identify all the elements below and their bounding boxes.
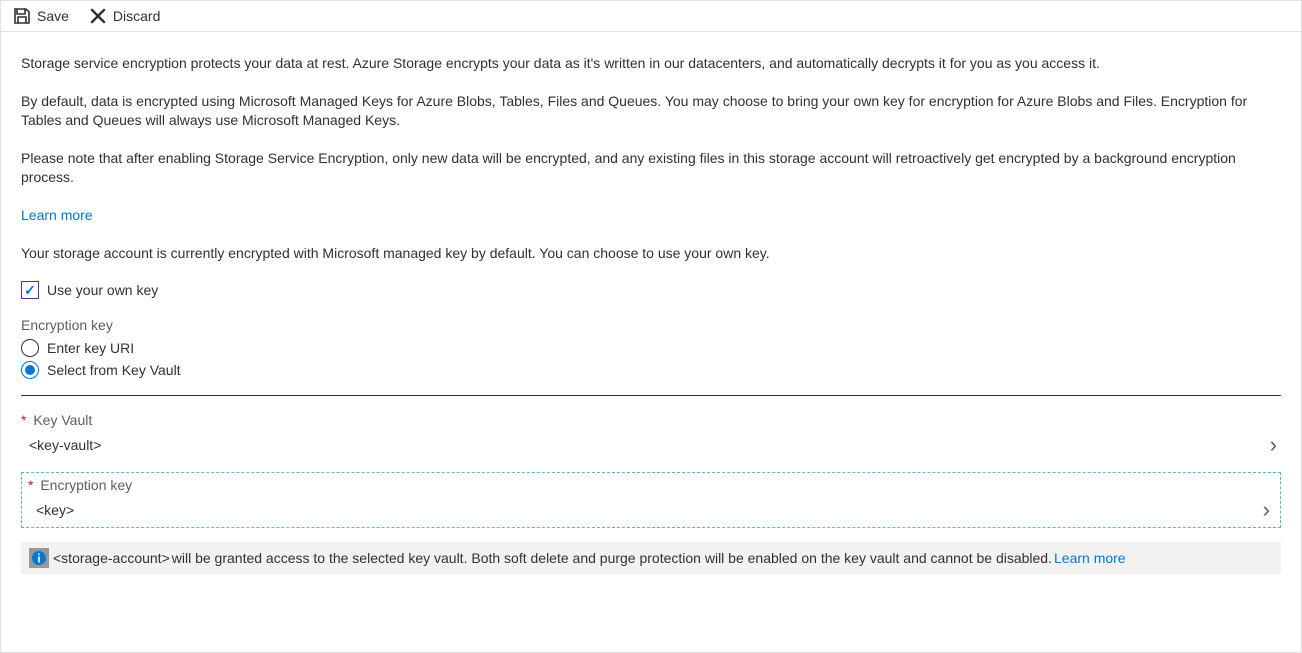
encryption-status-text: Your storage account is currently encryp… [21,244,1281,264]
chevron-right-icon: › [1263,497,1274,523]
learn-more-link[interactable]: Learn more [21,207,93,223]
checkmark-icon: ✓ [24,282,36,299]
intro-paragraph-3: Please note that after enabling Storage … [21,149,1281,188]
encryption-key-field[interactable]: * Encryption key <key> › [21,472,1281,528]
discard-button[interactable]: Discard [89,7,160,25]
encryption-key-section-label: Encryption key [21,317,1281,333]
required-indicator: * [21,412,26,428]
divider [21,395,1281,396]
use-own-key-checkbox[interactable]: ✓ [21,281,39,299]
info-learn-more-link[interactable]: Learn more [1054,550,1126,566]
toolbar: Save Discard [1,1,1301,32]
info-storage-account: <storage-account> [53,550,170,566]
radio-enter-key-uri[interactable] [21,339,39,357]
encryption-key-field-label: Encryption key [40,477,132,493]
chevron-right-icon: › [1270,432,1281,458]
encryption-key-field-value: <key> [36,502,74,518]
info-message: will be granted access to the selected k… [172,550,1052,566]
save-button[interactable]: Save [13,7,69,25]
save-icon [13,7,31,25]
radio-enter-key-uri-label: Enter key URI [47,340,134,356]
content-area: Storage service encryption protects your… [1,32,1301,594]
info-icon [29,548,49,568]
save-label: Save [37,8,69,24]
close-icon [89,7,107,25]
intro-paragraph-1: Storage service encryption protects your… [21,54,1281,74]
info-bar: <storage-account> will be granted access… [21,542,1281,574]
key-vault-field-label: Key Vault [33,412,92,428]
use-own-key-label: Use your own key [47,282,158,298]
encryption-settings-panel: Save Discard Storage service encryption … [0,0,1302,653]
discard-label: Discard [113,8,160,24]
key-vault-field-value: <key-vault> [29,437,101,453]
radio-select-from-key-vault[interactable] [21,361,39,379]
key-vault-field[interactable]: * Key Vault <key-vault> › [21,412,1281,458]
radio-select-from-key-vault-label: Select from Key Vault [47,362,181,378]
required-indicator: * [28,477,33,493]
intro-paragraph-2: By default, data is encrypted using Micr… [21,92,1281,131]
